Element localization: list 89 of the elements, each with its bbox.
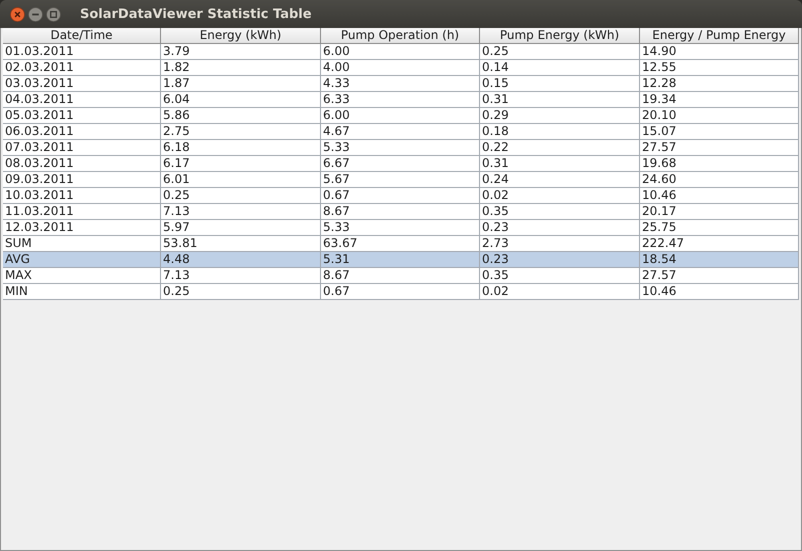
column-header[interactable]: Date/Time: [3, 28, 161, 44]
table-cell[interactable]: 0.25: [161, 188, 321, 204]
table-cell[interactable]: 20.17: [640, 204, 799, 220]
table-cell[interactable]: 0.35: [480, 204, 640, 220]
table-cell[interactable]: 1.87: [161, 76, 321, 92]
table-cell[interactable]: 5.97: [161, 220, 321, 236]
table-cell[interactable]: 222.47: [640, 236, 799, 252]
table-cell[interactable]: 7.13: [161, 204, 321, 220]
table-cell[interactable]: 0.24: [480, 172, 640, 188]
table-cell[interactable]: 0.29: [480, 108, 640, 124]
column-header[interactable]: Energy (kWh): [161, 28, 321, 44]
table-cell[interactable]: 0.18: [480, 124, 640, 140]
table-cell[interactable]: 6.00: [321, 44, 480, 60]
table-cell[interactable]: 0.22: [480, 140, 640, 156]
table-cell[interactable]: 19.68: [640, 156, 799, 172]
table-cell[interactable]: 6.67: [321, 156, 480, 172]
table-cell[interactable]: 09.03.2011: [3, 172, 161, 188]
table-cell[interactable]: 6.01: [161, 172, 321, 188]
table-cell[interactable]: 20.10: [640, 108, 799, 124]
table-cell[interactable]: MAX: [3, 268, 161, 284]
table-cell[interactable]: 4.67: [321, 124, 480, 140]
table-cell[interactable]: 0.67: [321, 188, 480, 204]
table-cell[interactable]: 53.81: [161, 236, 321, 252]
table-cell[interactable]: 0.25: [161, 284, 321, 300]
table-cell[interactable]: 4.48: [161, 252, 321, 268]
table-cell[interactable]: 27.57: [640, 268, 799, 284]
table-cell[interactable]: 6.17: [161, 156, 321, 172]
column-header[interactable]: Pump Energy (kWh): [480, 28, 640, 44]
table-cell[interactable]: 5.67: [321, 172, 480, 188]
table-cell[interactable]: 06.03.2011: [3, 124, 161, 140]
table-cell[interactable]: 12.28: [640, 76, 799, 92]
table-cell[interactable]: 10.03.2011: [3, 188, 161, 204]
table-cell[interactable]: 12.55: [640, 60, 799, 76]
table-cell[interactable]: 24.60: [640, 172, 799, 188]
table-cell[interactable]: 5.33: [321, 140, 480, 156]
table-cell[interactable]: 5.33: [321, 220, 480, 236]
table-cell[interactable]: 27.57: [640, 140, 799, 156]
table-cell[interactable]: 2.75: [161, 124, 321, 140]
table-cell[interactable]: 6.00: [321, 108, 480, 124]
table-cell[interactable]: 0.14: [480, 60, 640, 76]
table-cell[interactable]: 03.03.2011: [3, 76, 161, 92]
table-cell[interactable]: SUM: [3, 236, 161, 252]
table-cell[interactable]: 18.54: [640, 252, 799, 268]
close-icon[interactable]: [10, 6, 25, 22]
table-cell[interactable]: 4.00: [321, 60, 480, 76]
table-cell[interactable]: 6.18: [161, 140, 321, 156]
table-cell[interactable]: 5.86: [161, 108, 321, 124]
table-cell[interactable]: 3.79: [161, 44, 321, 60]
table-cell[interactable]: MIN: [3, 284, 161, 300]
table-cell[interactable]: 11.03.2011: [3, 204, 161, 220]
table-cell[interactable]: 63.67: [321, 236, 480, 252]
table-cell[interactable]: 0.02: [480, 188, 640, 204]
table-cell[interactable]: 6.04: [161, 92, 321, 108]
table-cell[interactable]: 02.03.2011: [3, 60, 161, 76]
table-cell[interactable]: 04.03.2011: [3, 92, 161, 108]
table-cell[interactable]: 08.03.2011: [3, 156, 161, 172]
minimize-icon[interactable]: [28, 6, 43, 22]
table-cell[interactable]: 1.82: [161, 60, 321, 76]
table-cell[interactable]: AVG: [3, 252, 161, 268]
table-cell[interactable]: 4.33: [321, 76, 480, 92]
table-cell[interactable]: 0.15: [480, 76, 640, 92]
table-cell[interactable]: 2.73: [480, 236, 640, 252]
table-cell[interactable]: 0.23: [480, 220, 640, 236]
table-cell[interactable]: 07.03.2011: [3, 140, 161, 156]
table-cell[interactable]: 0.23: [480, 252, 640, 268]
table-cell[interactable]: 19.34: [640, 92, 799, 108]
table-cell[interactable]: 0.02: [480, 284, 640, 300]
table-cell[interactable]: 01.03.2011: [3, 44, 161, 60]
maximize-icon[interactable]: [46, 6, 61, 22]
table-cell[interactable]: 15.07: [640, 124, 799, 140]
table-cell[interactable]: 8.67: [321, 204, 480, 220]
table-cell[interactable]: 8.67: [321, 268, 480, 284]
table-cell[interactable]: 10.46: [640, 188, 799, 204]
table-cell[interactable]: 0.35: [480, 268, 640, 284]
table-cell[interactable]: 5.31: [321, 252, 480, 268]
table-cell[interactable]: 25.75: [640, 220, 799, 236]
column-header[interactable]: Energy / Pump Energy: [640, 28, 799, 44]
table-cell[interactable]: 14.90: [640, 44, 799, 60]
window-title: SolarDataViewer Statistic Table: [80, 6, 312, 22]
table-cell[interactable]: 10.46: [640, 284, 799, 300]
table-cell[interactable]: 0.31: [480, 92, 640, 108]
column-header[interactable]: Pump Operation (h): [321, 28, 480, 44]
table-cell[interactable]: 0.25: [480, 44, 640, 60]
table-cell[interactable]: 6.33: [321, 92, 480, 108]
table-cell[interactable]: 12.03.2011: [3, 220, 161, 236]
table-cell[interactable]: 05.03.2011: [3, 108, 161, 124]
table-cell[interactable]: 7.13: [161, 268, 321, 284]
table-cell[interactable]: 0.67: [321, 284, 480, 300]
table-cell[interactable]: 0.31: [480, 156, 640, 172]
